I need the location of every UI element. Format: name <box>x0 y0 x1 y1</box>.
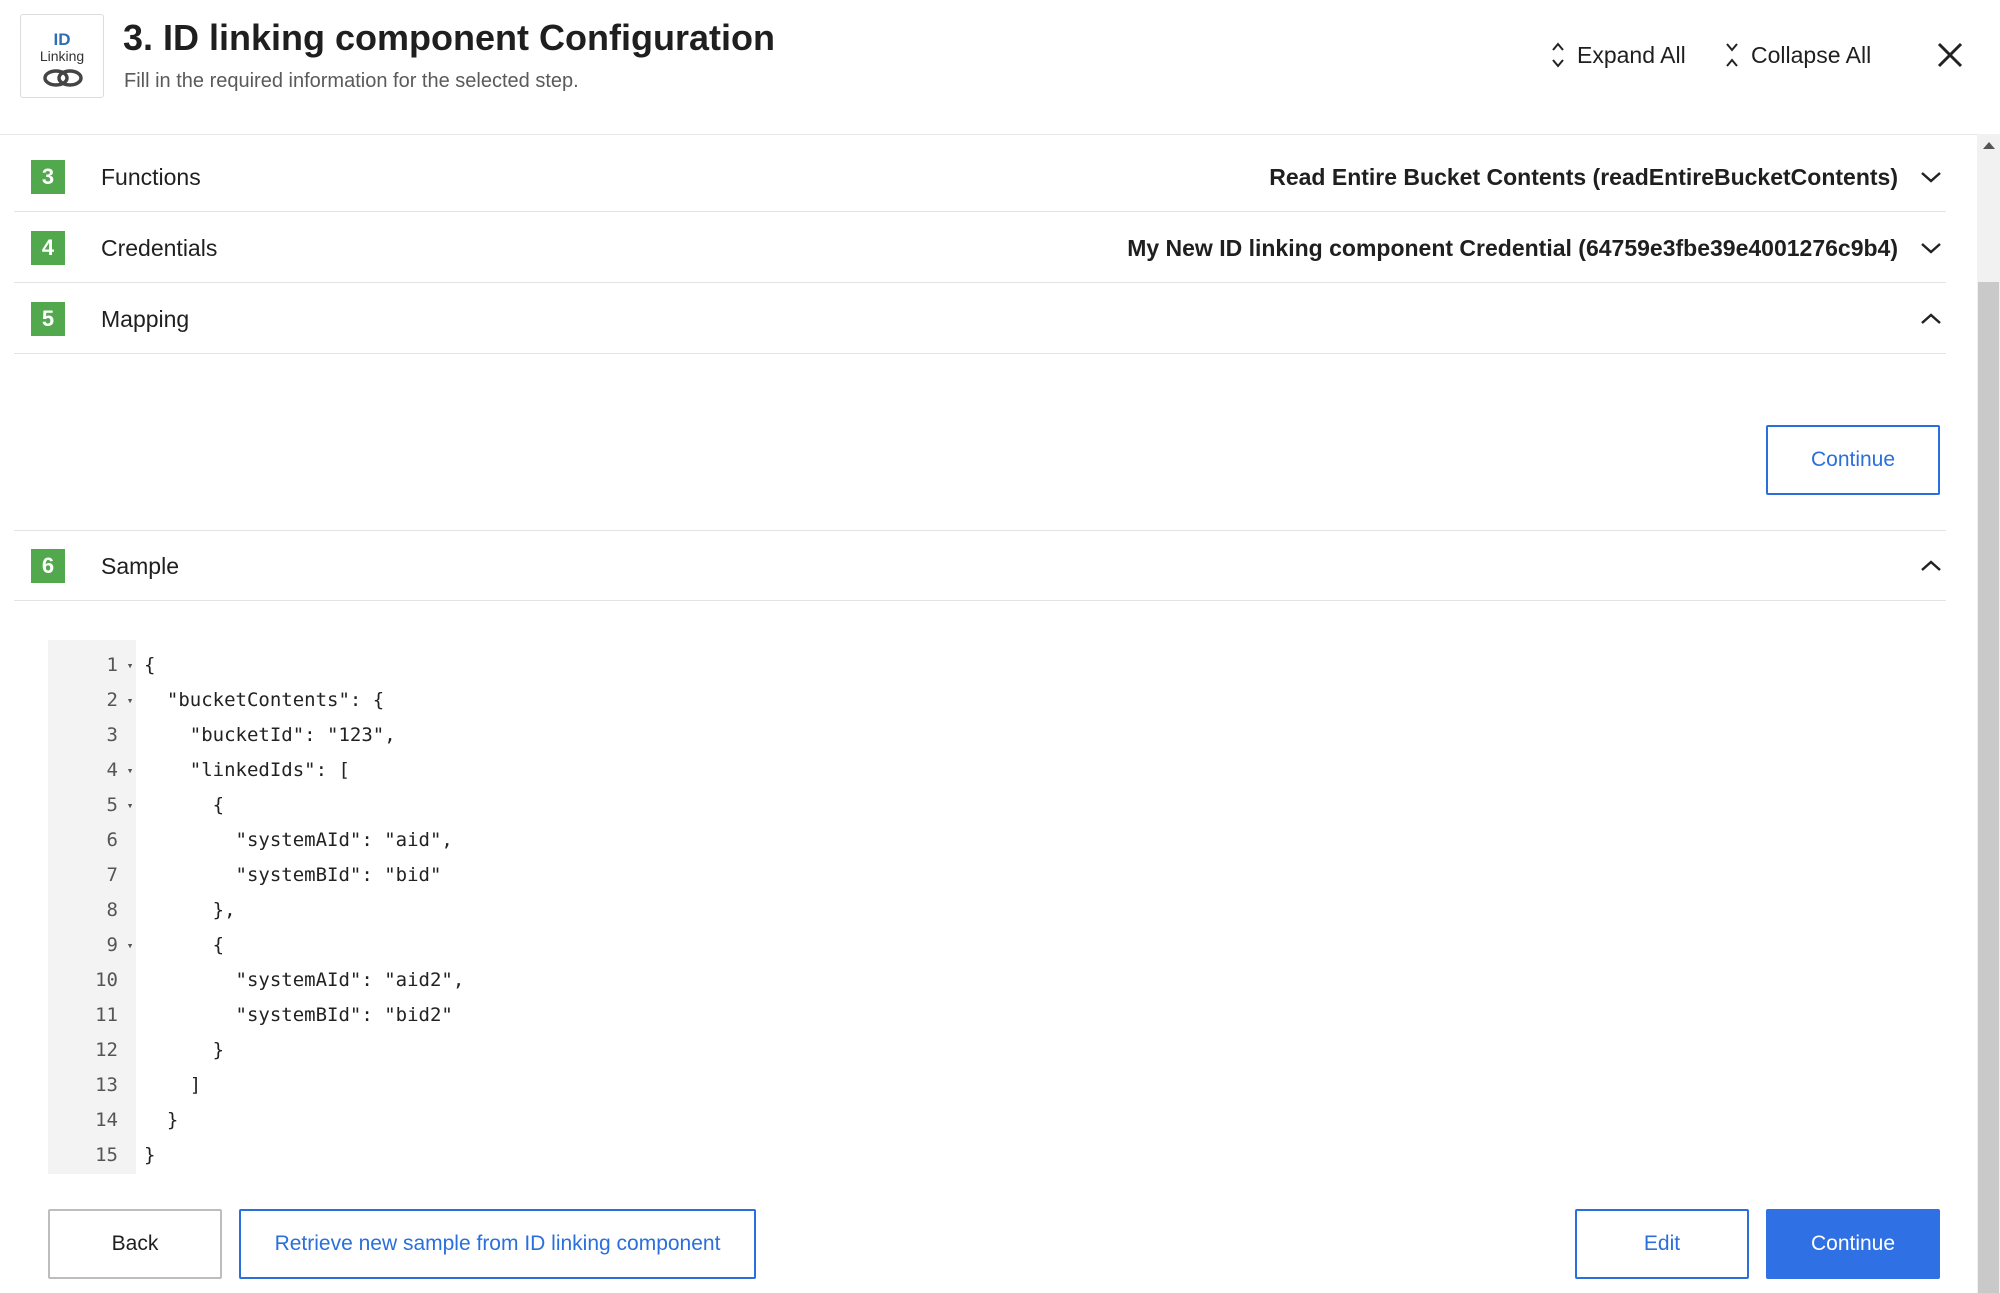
code-line: 8 }, <box>48 893 1948 928</box>
logo-text-linking: Linking <box>39 48 85 64</box>
code-line: 7 "systemBId": "bid" <box>48 858 1948 893</box>
code-line: 12 } <box>48 1033 1948 1068</box>
fold-triangle-icon[interactable]: ▾ <box>124 683 136 718</box>
collapse-vertical-icon <box>1726 43 1738 67</box>
code-line: 6 "systemAId": "aid", <box>48 823 1948 858</box>
back-button[interactable]: Back <box>48 1209 222 1279</box>
collapse-all-button[interactable]: Collapse All <box>1725 38 1871 72</box>
code-line: 1 ▾ { <box>48 648 1948 683</box>
collapse-all-label: Collapse All <box>1751 41 1872 68</box>
section-label: Credentials <box>101 235 218 261</box>
scroll-up-arrow[interactable] <box>1977 134 2000 156</box>
continue-button[interactable]: Continue <box>1766 1209 1940 1279</box>
fold-triangle-icon[interactable]: ▾ <box>124 788 136 823</box>
section-label: Functions <box>101 164 201 190</box>
credentials-toggle[interactable] <box>1916 235 1946 261</box>
line-number: 13 <box>95 1074 118 1096</box>
code-text: { <box>144 934 225 956</box>
line-number: 10 <box>95 969 118 991</box>
code-text: "bucketContents": { <box>144 689 385 711</box>
line-number: 4 <box>106 759 118 781</box>
code-text: "linkedIds": [ <box>144 759 350 781</box>
expand-all-button[interactable]: Expand All <box>1551 38 1686 72</box>
line-number: 14 <box>95 1109 118 1131</box>
code-line: 11 "systemBId": "bid2" <box>48 998 1948 1033</box>
vertical-scrollbar[interactable] <box>1977 134 2000 1293</box>
section-credentials[interactable]: 4 Credentials My New ID linking componen… <box>14 213 1946 283</box>
section-label: Sample <box>101 553 179 579</box>
code-text: } <box>144 1109 179 1131</box>
line-number: 9 <box>106 934 118 956</box>
code-text: }, <box>144 899 236 921</box>
line-number: 3 <box>106 724 118 746</box>
code-line: 2 ▾ "bucketContents": { <box>48 683 1948 718</box>
code-text: "systemAId": "aid", <box>144 829 453 851</box>
chevron-up-icon <box>1921 313 1941 324</box>
mapping-continue-button[interactable]: Continue <box>1766 425 1940 495</box>
line-number: 15 <box>95 1144 118 1166</box>
section-mapping[interactable]: 5 Mapping <box>14 284 1946 354</box>
fold-triangle-icon[interactable]: ▾ <box>124 753 136 788</box>
chevron-down-icon <box>1921 243 1941 254</box>
code-text: } <box>144 1144 156 1166</box>
code-line: 15} <box>48 1138 1948 1173</box>
config-header: ID Linking 3. ID linking component Confi… <box>0 0 2000 135</box>
functions-toggle[interactable] <box>1916 164 1946 190</box>
sample-code-editor[interactable]: 1 ▾ {2 ▾ "bucketContents": { 3 "bucketId": "… <box>48 640 1948 1174</box>
code-line: 13 ] <box>48 1068 1948 1103</box>
edit-button[interactable]: Edit <box>1575 1209 1749 1279</box>
expand-all-label: Expand All <box>1577 41 1686 68</box>
code-text: "systemAId": "aid2", <box>144 969 465 991</box>
step-badge: 6 <box>31 549 65 583</box>
page-subtitle: Fill in the required information for the… <box>124 70 579 92</box>
credentials-selected-value: My New ID linking component Credential (… <box>1127 235 1898 261</box>
page-title: 3. ID linking component Configuration <box>123 17 775 58</box>
step-badge: 4 <box>31 231 65 265</box>
line-number: 8 <box>106 899 118 921</box>
functions-selected-value: Read Entire Bucket Contents (readEntireB… <box>1269 164 1898 190</box>
expand-vertical-icon <box>1552 42 1564 68</box>
scroll-thumb[interactable] <box>1978 282 1999 1293</box>
section-functions[interactable]: 3 Functions Read Entire Bucket Contents … <box>14 142 1946 212</box>
line-number: 11 <box>95 1004 118 1026</box>
code-text: "systemBId": "bid" <box>144 864 442 886</box>
close-icon <box>1937 42 1963 68</box>
retrieve-sample-button[interactable]: Retrieve new sample from ID linking comp… <box>239 1209 756 1279</box>
chevron-down-icon <box>1921 172 1941 183</box>
code-text: "bucketId": "123", <box>144 724 396 746</box>
section-label: Mapping <box>101 306 190 332</box>
fold-triangle-icon[interactable]: ▾ <box>124 648 136 683</box>
triangle-up-icon <box>1982 142 1995 149</box>
chain-link-icon <box>43 69 83 87</box>
code-line: 5 ▾ { <box>48 788 1948 823</box>
code-line: 3 "bucketId": "123", <box>48 718 1948 753</box>
sample-toggle[interactable] <box>1916 553 1946 579</box>
line-number: 1 <box>106 654 118 676</box>
code-line: 14 } <box>48 1103 1948 1138</box>
code-text: ] <box>144 1074 202 1096</box>
code-line: 4 ▾ "linkedIds": [ <box>48 753 1948 788</box>
fold-triangle-icon[interactable]: ▾ <box>124 928 136 963</box>
code-line: 10 "systemAId": "aid2", <box>48 963 1948 998</box>
step-badge: 3 <box>31 160 65 194</box>
id-linking-logo: ID Linking <box>20 14 104 98</box>
line-number: 6 <box>106 829 118 851</box>
line-number: 2 <box>106 689 118 711</box>
code-text: { <box>144 794 225 816</box>
section-sample[interactable]: 6 Sample <box>14 531 1946 601</box>
line-number: 7 <box>106 864 118 886</box>
chevron-up-icon <box>1921 560 1941 571</box>
mapping-toggle[interactable] <box>1916 306 1946 332</box>
code-text: } <box>144 1039 225 1061</box>
line-number: 12 <box>95 1039 118 1061</box>
code-line: 9 ▾ { <box>48 928 1948 963</box>
code-text: { <box>144 654 156 676</box>
close-button[interactable] <box>1934 38 1966 72</box>
line-number: 5 <box>106 794 118 816</box>
logo-text-id: ID <box>53 30 71 49</box>
code-text: "systemBId": "bid2" <box>144 1004 453 1026</box>
step-badge: 5 <box>31 302 65 336</box>
